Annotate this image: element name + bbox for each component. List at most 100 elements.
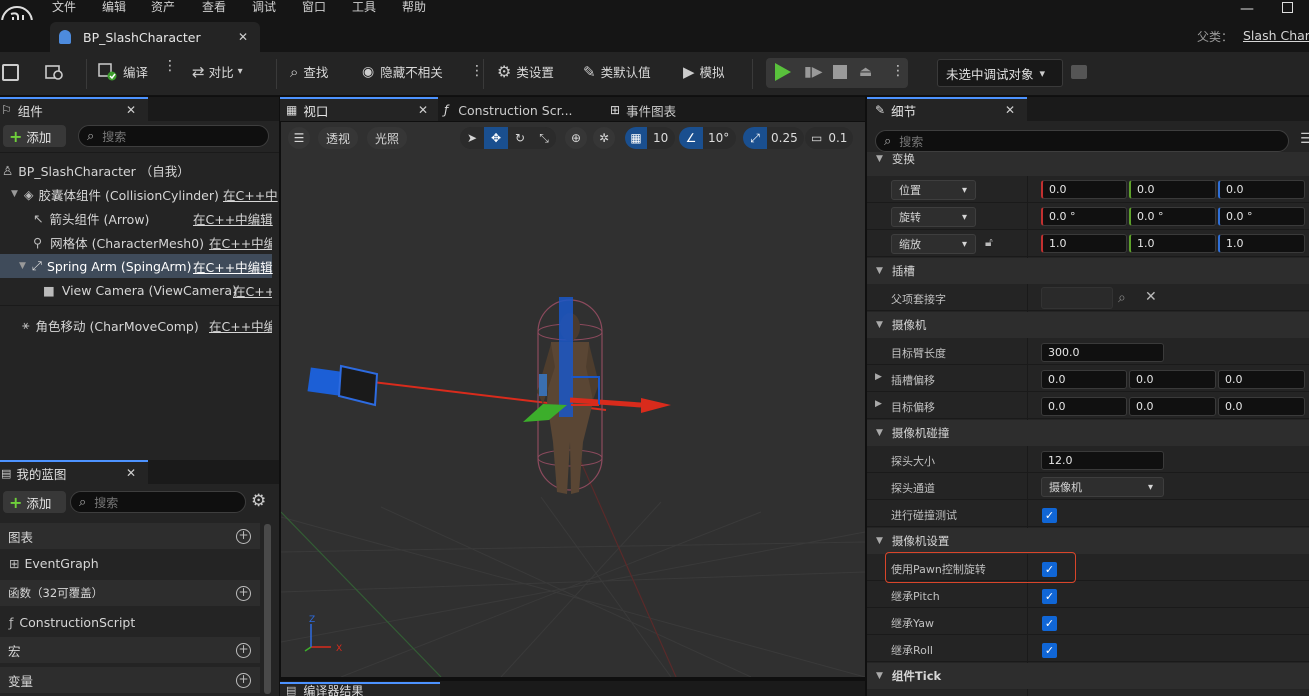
camera-settings-section-header[interactable]: ▼ 摄像机设置 — [867, 528, 1309, 554]
tree-item-capsule[interactable]: ▼ ◈ 胶囊体组件 (CollisionCylinder) 在C++中 — [0, 182, 278, 206]
maximize-icon[interactable] — [1282, 2, 1293, 13]
menu-edit[interactable]: 编辑 — [102, 0, 126, 15]
translate-tool-icon[interactable]: ✥ — [484, 127, 508, 149]
inherit-roll-checkbox[interactable]: ✓ — [1042, 643, 1057, 658]
functions-section[interactable]: 函数（32可覆盖） + — [0, 580, 260, 606]
eject-icon[interactable]: ⏏ — [859, 64, 872, 80]
rotation-dropdown[interactable]: 旋转 ▾ — [891, 207, 976, 227]
rotation-z-input[interactable]: 0.0 ° — [1218, 207, 1305, 226]
add-component-button[interactable]: + 添加 — [3, 125, 66, 147]
my-blueprint-tab[interactable]: ▤ 我的蓝图 ✕ — [0, 460, 148, 484]
save-icon[interactable] — [2, 64, 19, 81]
target-offset-z-input[interactable]: 0.0 — [1218, 397, 1305, 416]
edit-in-cpp-link[interactable]: 在C++中编辑 — [209, 233, 272, 252]
details-search-input[interactable]: ⌕ 搜索 — [875, 130, 1289, 152]
edit-in-cpp-link[interactable]: 在C++中编辑 — [193, 257, 273, 276]
play-icon[interactable] — [775, 63, 791, 81]
close-icon[interactable]: ✕ — [126, 103, 136, 117]
target-arm-length-input[interactable]: 300.0 — [1041, 343, 1164, 362]
blueprint-search-input[interactable]: ⌕ 搜索 — [70, 491, 246, 513]
edit-in-cpp-link[interactable]: 在C++中 — [223, 185, 278, 204]
add-circle-icon[interactable]: + — [236, 528, 251, 544]
viewport[interactable]: X Z ☰ 透视 光照 ➤ ✥ ↻ ⤡ ⊕ ✲ ▦ 10 ∠ 10° ⤢ 0.2… — [281, 122, 865, 677]
add-circle-icon[interactable]: + — [236, 672, 251, 688]
edit-in-cpp-link[interactable]: 在C++中编辑 — [193, 209, 273, 228]
tree-item-spring-arm[interactable]: ▼ ⤢ Spring Arm (SpingArm) 在C++中编辑 — [0, 254, 273, 278]
graphs-section[interactable]: 图表 + — [0, 523, 260, 549]
scale-y-input[interactable]: 1.0 — [1129, 234, 1216, 253]
components-tab[interactable]: ⚐ 组件 ✕ — [0, 97, 148, 121]
menu-view[interactable]: 查看 — [202, 0, 226, 15]
tab-viewport[interactable]: ▦ 视口 ✕ — [280, 97, 438, 121]
socket-offset-y-input[interactable]: 0.0 — [1129, 370, 1216, 389]
select-tool-icon[interactable]: ➤ — [460, 127, 484, 149]
debug-object-select[interactable]: 未选中调试对象 ▾ — [937, 59, 1063, 87]
camera-collision-section-header[interactable]: ▼ 摄像机碰撞 — [867, 420, 1309, 446]
minimize-icon[interactable]: — — [1240, 1, 1254, 17]
camera-speed-button[interactable]: ▭ 0.1 — [805, 127, 854, 149]
class-settings-button[interactable]: ⚙ 类设置 — [497, 62, 554, 81]
components-search-input[interactable]: ⌕ 搜索 — [78, 125, 269, 147]
target-offset-x-input[interactable]: 0.0 — [1041, 397, 1127, 416]
add-circle-icon[interactable]: + — [236, 585, 251, 601]
parent-class-link[interactable]: Slash Character — [1243, 28, 1309, 43]
lock-icon[interactable]: 🔓︎ — [985, 235, 993, 250]
chevron-right-icon[interactable]: ▶ — [875, 399, 882, 409]
browse-socket-icon[interactable]: ⌕ — [1118, 290, 1126, 306]
scale-z-input[interactable]: 1.0 — [1218, 234, 1305, 253]
class-defaults-button[interactable]: ✎ 类默认值 — [583, 62, 651, 81]
macros-section[interactable]: 宏 + — [0, 637, 260, 663]
world-local-icon[interactable]: ⊕ — [565, 127, 587, 149]
grid-snap-toggle[interactable]: ▦ 10 — [625, 127, 676, 149]
location-x-input[interactable]: 0.0 — [1041, 180, 1127, 199]
list-view-icon[interactable]: ☰ — [1300, 131, 1309, 147]
menu-tools[interactable]: 工具 — [352, 0, 376, 15]
compile-options-icon[interactable]: ⋮ — [163, 59, 177, 73]
rotation-snap-toggle[interactable]: ∠ 10° — [679, 127, 737, 149]
rotation-y-input[interactable]: 0.0 ° — [1129, 207, 1216, 226]
transform-section-header[interactable]: ▼ 变换 — [867, 152, 1309, 176]
tree-item-movement[interactable]: ⚹ 角色移动 (CharMoveComp) 在C++中编辑 — [0, 313, 272, 337]
diff-button[interactable]: ⇄ 对比 ▾ — [192, 62, 243, 81]
inherit-yaw-checkbox[interactable]: ✓ — [1042, 616, 1057, 631]
add-member-button[interactable]: + 添加 — [3, 491, 66, 513]
compile-button[interactable]: 编译 — [98, 62, 148, 81]
target-offset-y-input[interactable]: 0.0 — [1129, 397, 1216, 416]
tree-item-camera[interactable]: ■ View Camera (ViewCamera) 在C++中 — [0, 278, 272, 302]
viewport-menu-button[interactable]: ☰ — [288, 127, 310, 149]
tree-item-mesh[interactable]: ⚲ 网格体 (CharacterMesh0) 在C++中编辑 — [0, 230, 272, 254]
hide-unrelated-button[interactable]: ◉ 隐藏不相关 — [362, 62, 443, 81]
scale-dropdown[interactable]: 缩放 ▾ — [891, 234, 976, 254]
details-tab[interactable]: ✎ 细节 ✕ — [867, 97, 1027, 121]
rotate-tool-icon[interactable]: ↻ — [508, 127, 532, 149]
menu-window[interactable]: 窗口 — [302, 0, 326, 15]
location-y-input[interactable]: 0.0 — [1129, 180, 1216, 199]
scrollbar[interactable] — [264, 524, 271, 694]
debug-filter-icon[interactable] — [1071, 65, 1087, 79]
tab-construction-script[interactable]: ƒ Construction Scr... — [444, 100, 573, 120]
probe-size-input[interactable]: 12.0 — [1041, 451, 1164, 470]
document-tab[interactable]: BP_SlashCharacter ✕ — [50, 22, 260, 52]
scale-snap-toggle[interactable]: ⤢ 0.25 — [743, 127, 804, 149]
menu-debug[interactable]: 调试 — [252, 0, 276, 15]
find-button[interactable]: ⌕ 查找 — [290, 62, 328, 81]
parent-socket-input[interactable] — [1041, 287, 1113, 309]
chevron-right-icon[interactable]: ▶ — [875, 372, 882, 382]
location-dropdown[interactable]: 位置 ▾ — [891, 180, 976, 200]
gear-icon[interactable]: ⚙ — [251, 491, 266, 511]
rotation-x-input[interactable]: 0.0 ° — [1041, 207, 1127, 226]
stop-icon[interactable] — [833, 65, 847, 79]
tab-compiler-results[interactable]: ▤ 编译器结果 — [280, 682, 440, 696]
inherit-pitch-checkbox[interactable]: ✓ — [1042, 589, 1057, 604]
tree-item-root[interactable]: ♙ BP_SlashCharacter （自我） — [0, 158, 272, 182]
list-item-construction-script[interactable]: ƒ ConstructionScript — [0, 608, 260, 636]
more-options-icon[interactable]: ⋮ — [470, 63, 484, 79]
component-tick-section-header[interactable]: ▼ 组件Tick — [867, 663, 1309, 689]
list-item-event-graph[interactable]: ⊞ EventGraph — [0, 549, 260, 577]
location-z-input[interactable]: 0.0 — [1218, 180, 1305, 199]
variables-section[interactable]: 变量 + — [0, 667, 260, 693]
play-options-icon[interactable]: ⋮ — [891, 63, 905, 79]
tab-event-graph[interactable]: ⊞ 事件图表 — [610, 100, 676, 120]
clear-icon[interactable]: ✕ — [1145, 289, 1157, 305]
probe-channel-dropdown[interactable]: 摄像机 ▾ — [1041, 477, 1164, 497]
